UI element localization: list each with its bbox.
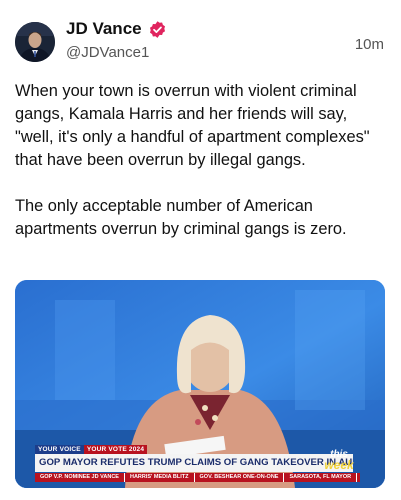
avatar-image xyxy=(15,22,55,62)
news-ticker: GOP V.P. NOMINEE JD VANCE HARRIS' MEDIA … xyxy=(35,473,360,482)
ticker-item: GOP V.P. NOMINEE JD VANCE xyxy=(35,473,125,482)
chyron-tag-left: YOUR VOICE xyxy=(35,445,84,454)
attached-video[interactable]: YOUR VOICE YOUR VOTE 2024 GOP MAYOR REFU… xyxy=(15,280,385,488)
ticker-item: HARRIS' MEDIA BLITZ xyxy=(125,473,195,482)
chyron-headline: GOP MAYOR REFUTES TRUMP CLAIMS OF GANG T… xyxy=(35,454,353,472)
avatar[interactable] xyxy=(15,22,55,62)
post-timestamp: 10m xyxy=(354,36,384,53)
ticker-item: SARASOTA, FL MAYOR xyxy=(284,473,358,482)
post-paragraph: The only acceptable number of American a… xyxy=(15,197,347,238)
author-handle[interactable]: @JDVance1 xyxy=(66,44,149,61)
chyron-tag-right: YOUR VOTE 2024 xyxy=(83,445,148,454)
author-display-name[interactable]: JD Vance xyxy=(66,19,142,39)
post-paragraph: When your town is overrun with violent c… xyxy=(15,82,370,169)
verified-badge-icon xyxy=(149,20,165,38)
post-body: When your town is overrun with violent c… xyxy=(15,80,390,264)
ticker-item: GOV. BESHEAR ONE-ON-ONE xyxy=(195,473,285,482)
network-logo: this week xyxy=(315,449,363,475)
post-card[interactable]: JD Vance @JDVance1 10m When your town is… xyxy=(0,0,401,500)
logo-line2: week xyxy=(324,458,354,472)
